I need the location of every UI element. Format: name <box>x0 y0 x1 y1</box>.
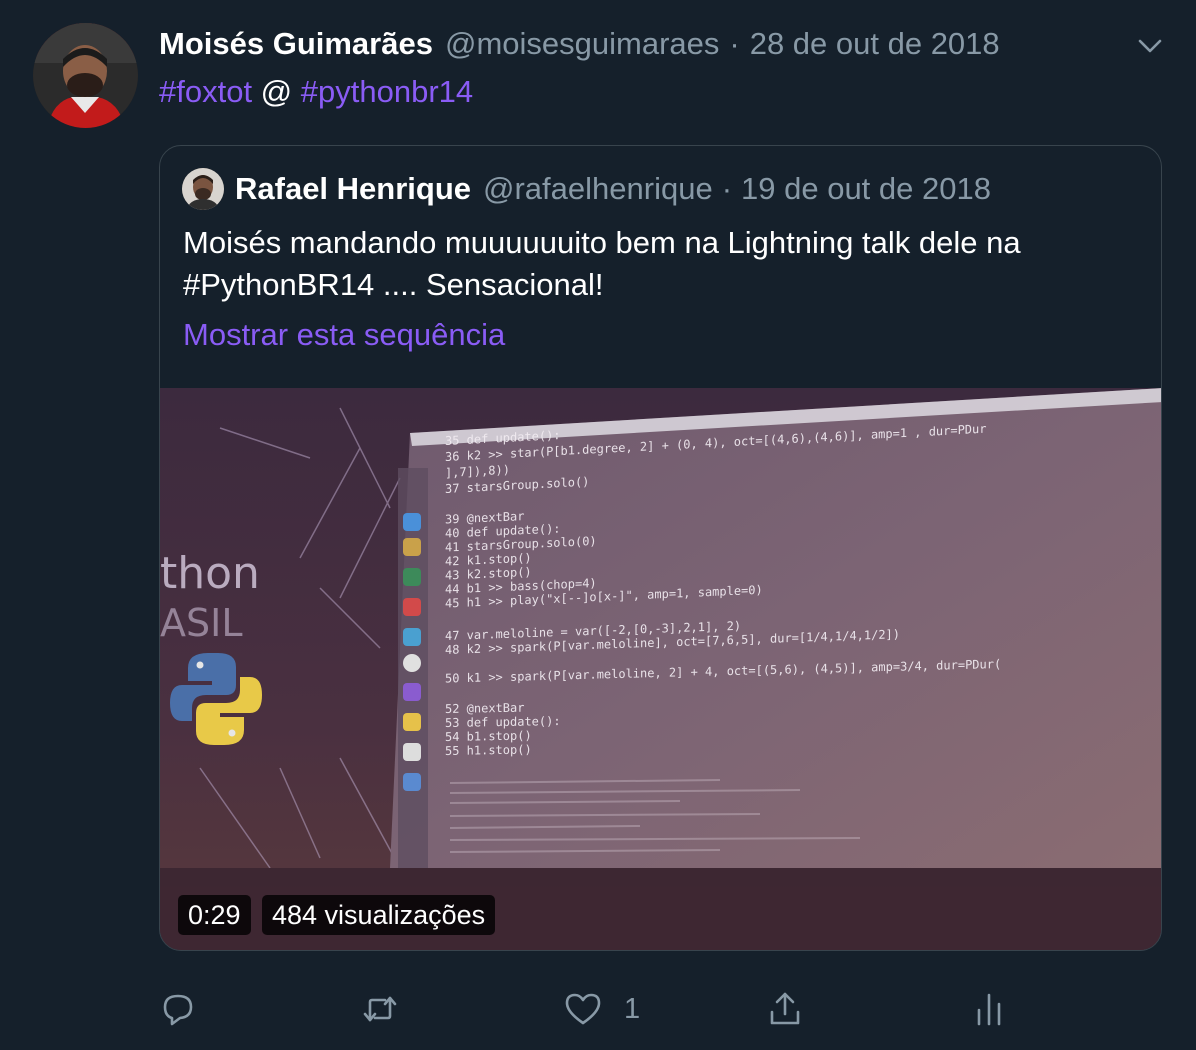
author-handle[interactable]: @moisesguimaraes <box>445 26 719 62</box>
hashtag-link[interactable]: #pythonbr14 <box>301 74 473 109</box>
retweet-button[interactable] <box>361 985 399 1033</box>
analytics-button[interactable] <box>970 985 1008 1033</box>
like-button[interactable]: 1 <box>564 985 640 1033</box>
reply-icon <box>163 994 193 1026</box>
hashtag-link[interactable]: #foxtot <box>159 74 252 109</box>
video-player[interactable]: 35 def update(): 36 k2 >> star(P[b1.degr… <box>160 388 1161 950</box>
quoted-author-avatar <box>182 168 224 210</box>
separator-dot: · <box>729 26 740 61</box>
svg-text:55 h1.stop(): 55 h1.stop() <box>445 743 532 759</box>
video-views-badge: 484 visualizações <box>262 895 496 935</box>
author-avatar[interactable] <box>33 23 138 128</box>
quoted-tweet-header: Rafael Henrique @rafaelhenrique · 19 de … <box>235 168 991 210</box>
share-icon <box>770 992 800 1025</box>
logo-partial-text: thon <box>160 548 260 599</box>
tweet-text: #foxtot @ #pythonbr14 <box>159 72 473 112</box>
tweet-text-segment: @ <box>252 74 301 109</box>
retweet-icon <box>363 996 397 1022</box>
author-name[interactable]: Moisés Guimarães <box>159 26 433 62</box>
quoted-tweet-card[interactable]: Rafael Henrique @rafaelhenrique · 19 de … <box>159 145 1162 951</box>
svg-text:54 b1.stop(): 54 b1.stop() <box>445 729 532 745</box>
video-duration-badge: 0:29 <box>178 895 251 935</box>
tweet-header: Moisés Guimarães @moisesguimaraes · 28 d… <box>159 24 1000 64</box>
quoted-author-handle[interactable]: @rafaelhenrique <box>483 171 713 207</box>
chevron-down-icon[interactable] <box>1134 30 1166 62</box>
logo-sub-text: ASIL <box>160 601 243 645</box>
analytics-icon <box>977 993 1001 1026</box>
share-button[interactable] <box>766 985 804 1033</box>
heart-icon <box>565 993 601 1025</box>
like-count: 1 <box>624 992 641 1025</box>
quoted-tweet-text: Moisés mandando muuuuuuito bem na Lightn… <box>183 225 1021 302</box>
reply-button[interactable] <box>159 985 197 1033</box>
tweet-date[interactable]: 28 de out de 2018 <box>750 26 1000 62</box>
svg-text:53 def update():: 53 def update(): <box>445 714 561 730</box>
svg-text:52 @nextBar: 52 @nextBar <box>445 701 524 716</box>
tweet-actions: 1 <box>159 985 1039 1033</box>
show-thread-link[interactable]: Mostrar esta sequência <box>183 315 505 355</box>
separator-dot: · <box>721 171 733 206</box>
quoted-tweet-date[interactable]: 19 de out de 2018 <box>741 171 991 207</box>
quoted-author-name[interactable]: Rafael Henrique <box>235 171 471 207</box>
